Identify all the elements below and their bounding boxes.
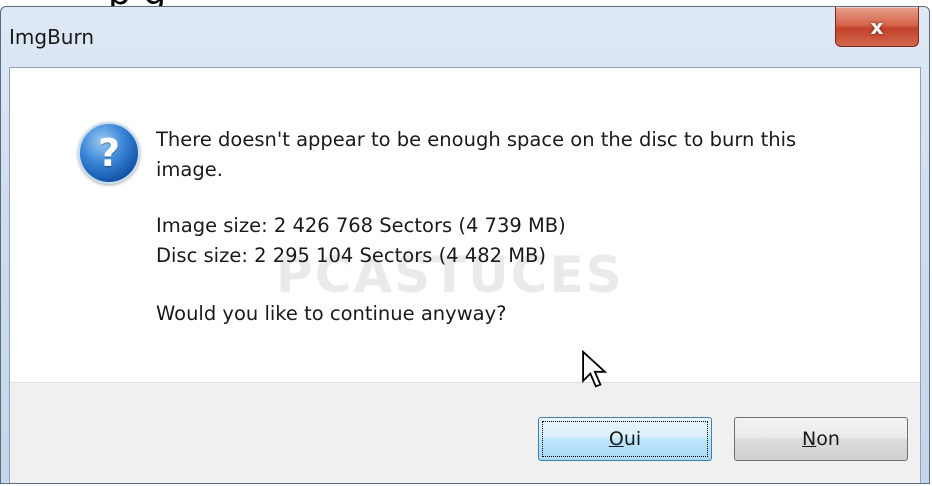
close-icon: x bbox=[870, 14, 884, 39]
question-icon: ? bbox=[78, 122, 140, 184]
button-bar: Oui Non bbox=[10, 382, 920, 483]
non-button[interactable]: Non bbox=[734, 417, 908, 461]
image-size-text: Image size: 2 426 768 Sectors (4 739 MB) bbox=[156, 214, 566, 237]
screen: p g ImgBurn x ? PCASTUCES There doesn't … bbox=[0, 0, 932, 486]
question-mark-glyph: ? bbox=[97, 131, 121, 175]
message-area: ? PCASTUCES There doesn't appear to be e… bbox=[10, 68, 920, 382]
oui-label-rest: ui bbox=[623, 428, 642, 450]
oui-button[interactable]: Oui bbox=[538, 417, 712, 461]
close-button[interactable]: x bbox=[835, 7, 919, 47]
disc-size-text: Disc size: 2 295 104 Sectors (4 482 MB) bbox=[156, 244, 547, 267]
message-text-line-1: There doesn't appear to be enough space … bbox=[156, 128, 797, 151]
message-text-line-2: image. bbox=[156, 158, 223, 181]
mouse-pointer-icon bbox=[582, 350, 608, 388]
dialog-client-area: ? PCASTUCES There doesn't appear to be e… bbox=[9, 67, 921, 483]
title-bar[interactable]: ImgBurn x bbox=[1, 7, 929, 67]
continue-question-text: Would you like to continue anyway? bbox=[156, 302, 507, 325]
imgburn-dialog: ImgBurn x ? PCASTUCES There doesn't appe… bbox=[0, 6, 930, 484]
oui-accelerator: O bbox=[608, 428, 624, 450]
window-title: ImgBurn bbox=[9, 25, 95, 49]
non-label-rest: on bbox=[816, 428, 840, 450]
non-accelerator: N bbox=[802, 428, 817, 450]
